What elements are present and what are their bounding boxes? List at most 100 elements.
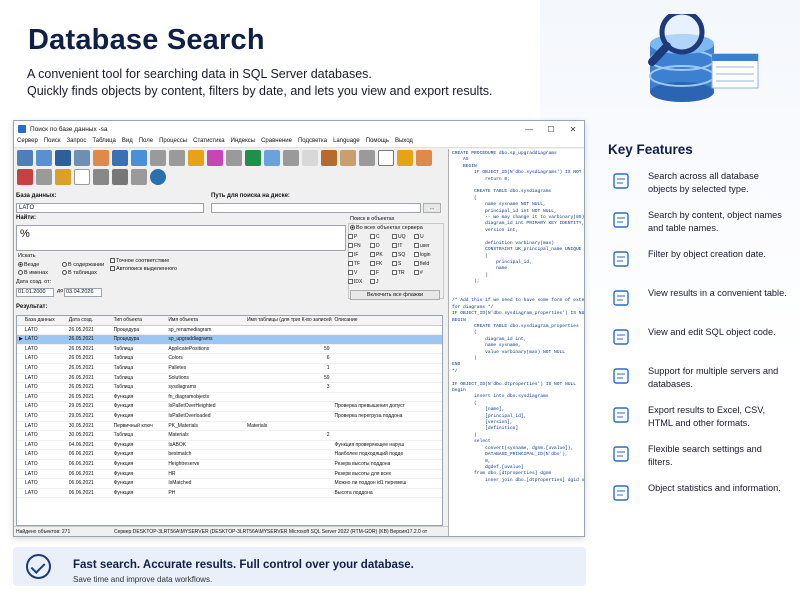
maximize-button[interactable]: ☐: [540, 125, 562, 134]
table-row[interactable]: LATO 29.05.2021 Функция IsPalletOverHeighte…: [17, 402, 442, 412]
gear-icon[interactable]: [416, 150, 432, 166]
upload-icon[interactable]: [302, 150, 318, 166]
text-icon[interactable]: [112, 169, 128, 185]
menu-item[interactable]: Процессы: [156, 137, 190, 147]
tool-icon[interactable]: [226, 150, 242, 166]
user-icon[interactable]: [150, 169, 166, 185]
column-header[interactable]: Имя объекта: [166, 316, 245, 325]
scope-names-radio[interactable]: В именах: [18, 270, 48, 276]
filter-icon[interactable]: [74, 150, 90, 166]
box-icon[interactable]: [93, 150, 109, 166]
close-button[interactable]: ✕: [562, 125, 584, 134]
menu-item[interactable]: Сравнение: [258, 137, 295, 147]
tool-icon[interactable]: [169, 150, 185, 166]
link-icon[interactable]: [17, 169, 33, 185]
run-icon[interactable]: [188, 150, 204, 166]
object-type-checkbox[interactable]: #: [414, 270, 423, 276]
object-type-checkbox[interactable]: SQ: [392, 252, 405, 258]
table-row[interactable]: LATO 26.05.2021 Таблица Solutions 59: [17, 374, 442, 384]
chart-icon[interactable]: [93, 169, 109, 185]
date-from-input[interactable]: 01.01.2000: [16, 288, 54, 297]
tool-icon[interactable]: [131, 169, 147, 185]
object-type-checkbox[interactable]: FN: [348, 243, 361, 249]
object-type-checkbox[interactable]: S: [392, 261, 401, 267]
all-objects-radio[interactable]: Во всех объектах сервера: [350, 225, 423, 231]
object-type-checkbox[interactable]: TF: [348, 261, 360, 267]
minimize-button[interactable]: —: [518, 125, 540, 134]
fire-icon[interactable]: [397, 150, 413, 166]
object-type-checkbox[interactable]: TR: [392, 270, 405, 276]
database-select[interactable]: LATO: [16, 203, 204, 213]
tool-icon[interactable]: [359, 150, 375, 166]
table-row[interactable]: LATO 26.05.2021 Таблица sysdiagrams 3: [17, 383, 442, 393]
exact-match-checkbox[interactable]: Точное соответствие: [110, 258, 169, 264]
object-type-checkbox[interactable]: F: [370, 270, 379, 276]
menu-item[interactable]: Вид: [119, 137, 136, 147]
find-input[interactable]: %: [16, 225, 346, 251]
table-row[interactable]: LATO 26.05.2021 Функция fn_diagramobjects: [17, 393, 442, 403]
object-type-checkbox[interactable]: U: [414, 234, 424, 240]
object-type-checkbox[interactable]: user: [414, 243, 430, 249]
autosearch-checkbox[interactable]: Автопоиск выделенного: [110, 266, 177, 272]
menu-item[interactable]: Помощь: [363, 137, 392, 147]
column-header[interactable]: Тип объекта: [112, 316, 167, 325]
table-row[interactable]: LATO 06.06.2021 Функция HR Резерв высоты для…: [17, 470, 442, 480]
object-type-checkbox[interactable]: UQ: [392, 234, 406, 240]
menu-item[interactable]: Статистика: [190, 137, 228, 147]
table-row[interactable]: LATO 26.05.2021 Таблица Colors 6: [17, 354, 442, 364]
date-to-input[interactable]: 03.04.2026: [64, 288, 102, 297]
help-icon[interactable]: [131, 150, 147, 166]
object-type-checkbox[interactable]: FK: [370, 261, 382, 267]
table-row[interactable]: LATO 04.06.2021 Функция IsABOK Функция прове…: [17, 441, 442, 451]
table-row[interactable]: LATO 06.06.2021 Функция bestmatch Наиболее п…: [17, 450, 442, 460]
table-row[interactable]: LATO 30.05.2021 Таблица Materials 2: [17, 431, 442, 441]
globe-icon[interactable]: [264, 150, 280, 166]
hourglass-icon[interactable]: [55, 169, 71, 185]
path-input[interactable]: [211, 203, 421, 213]
table-row[interactable]: LATO 26.05.2021 Процедура sp_renamediagram: [17, 326, 442, 336]
object-type-checkbox[interactable]: V: [348, 270, 357, 276]
object-type-checkbox[interactable]: field: [414, 261, 429, 267]
column-header[interactable]: Имя таблицы (для тригг): [245, 316, 300, 325]
tool-icon[interactable]: [150, 150, 166, 166]
menu-item[interactable]: Индексы: [228, 137, 258, 147]
menu-item[interactable]: Выход: [392, 137, 416, 147]
table-row[interactable]: LATO 30.05.2021 Первичный ключ PK_Materials…: [17, 422, 442, 432]
connect-server-icon[interactable]: [17, 150, 33, 166]
table-row[interactable]: LATO 06.06.2021 Функция PH Высота поддона: [17, 489, 442, 499]
object-type-checkbox[interactable]: login: [414, 252, 431, 258]
menu-item[interactable]: Language: [330, 137, 363, 147]
column-header[interactable]: Описание: [333, 316, 442, 325]
menu-item[interactable]: Таблица: [89, 137, 119, 147]
object-type-checkbox[interactable]: IDX: [348, 279, 362, 285]
table-row[interactable]: LATO 26.05.2021 Таблица Palletes 1: [17, 364, 442, 374]
table-row[interactable]: LATO 06.06.2021 Функция IsMatched Можно ли п…: [17, 479, 442, 489]
tools-icon[interactable]: [321, 150, 337, 166]
menu-item[interactable]: Подсветка: [295, 137, 330, 147]
table-row[interactable]: LATO 06.06.2021 Функция Heightreserve Резерв…: [17, 460, 442, 470]
browse-button[interactable]: ...: [423, 203, 441, 213]
save-icon[interactable]: [112, 150, 128, 166]
column-header[interactable]: Дата созд.: [67, 316, 112, 325]
tool-icon[interactable]: [36, 169, 52, 185]
menu-item[interactable]: Запрос: [63, 137, 89, 147]
object-type-checkbox[interactable]: PK: [370, 252, 383, 258]
enable-all-button[interactable]: Включить все флажки: [350, 290, 440, 300]
object-type-checkbox[interactable]: C: [370, 234, 380, 240]
menu-item[interactable]: Сервер: [14, 137, 41, 147]
page-icon[interactable]: [378, 150, 394, 166]
hand-icon[interactable]: [74, 169, 90, 185]
scope-everywhere-radio[interactable]: Везде: [18, 262, 39, 268]
stack-icon[interactable]: [207, 150, 223, 166]
scope-content-radio[interactable]: В содержании: [62, 262, 104, 268]
search-icon[interactable]: [55, 150, 71, 166]
column-header[interactable]: К-во записей: [300, 316, 333, 325]
tool-icon[interactable]: [283, 150, 299, 166]
table-row[interactable]: ▶ LATO 26.05.2021 Процедура sp_upgraddiagram…: [17, 335, 442, 345]
object-type-checkbox[interactable]: D: [370, 243, 380, 249]
menu-item[interactable]: Поиск: [41, 137, 64, 147]
scope-tables-radio[interactable]: В таблицах: [62, 270, 97, 276]
object-type-checkbox[interactable]: IT: [392, 243, 402, 249]
database-icon[interactable]: [36, 150, 52, 166]
object-type-checkbox[interactable]: P: [348, 234, 357, 240]
